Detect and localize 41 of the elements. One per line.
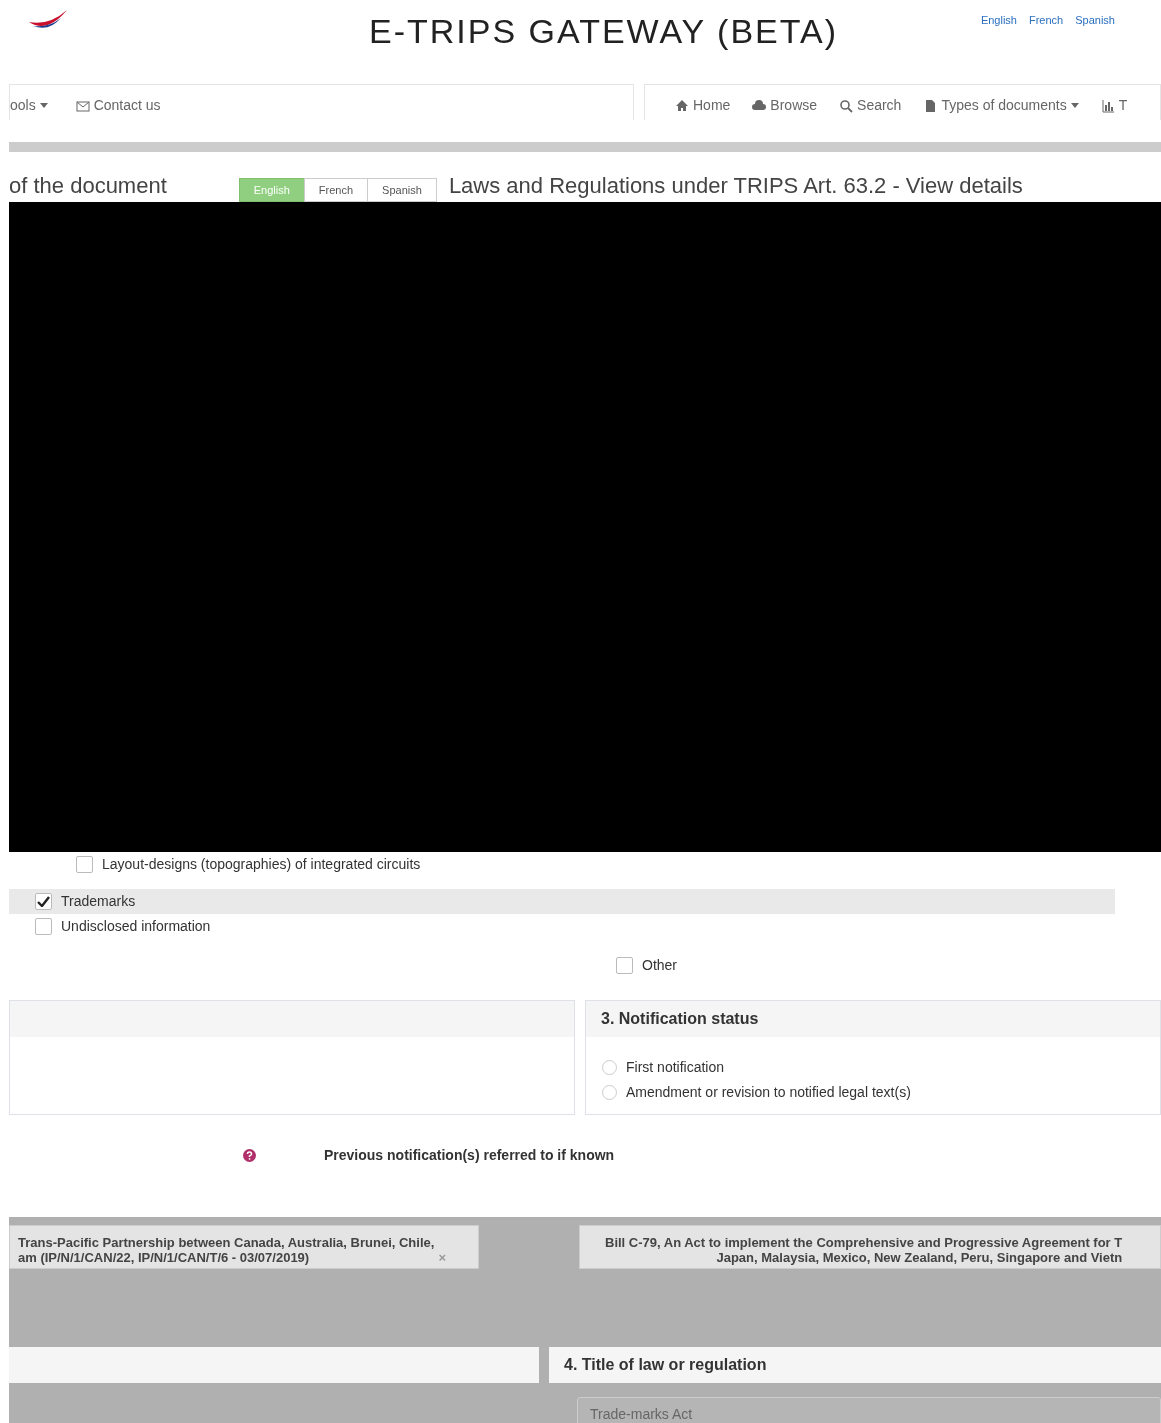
nav-link[interactable]: Browse bbox=[752, 95, 818, 116]
nav-link[interactable]: Types of documents bbox=[923, 95, 1079, 116]
caret-icon bbox=[1070, 103, 1079, 108]
nav-link[interactable]: Contact us bbox=[75, 95, 161, 116]
checkbox-label: Undisclosed information bbox=[61, 917, 211, 936]
field-label: Previous notification(s) referred to if known bbox=[324, 1145, 615, 1165]
nav-link[interactable]: ools bbox=[10, 95, 48, 116]
checkbox-label: Layout-designs (topographies) of integrated circuits bbox=[102, 855, 421, 874]
cloud-icon bbox=[752, 98, 767, 113]
envelope-icon bbox=[75, 98, 90, 113]
nav-link[interactable]: Search bbox=[839, 95, 902, 116]
home-icon bbox=[675, 98, 689, 113]
help-icon[interactable] bbox=[243, 1148, 256, 1162]
page-title: Laws and Regulations under TRIPS Art. 63.2 - View details bbox=[448, 172, 1023, 200]
nav-link[interactable]: Home bbox=[675, 95, 731, 116]
panel-heading: 4. Title of law or regulation bbox=[549, 1347, 1161, 1383]
language-tab[interactable]: French bbox=[303, 177, 369, 202]
checkbox[interactable] bbox=[35, 918, 52, 935]
checkbox-label: Other bbox=[642, 956, 677, 975]
checkbox[interactable] bbox=[76, 856, 93, 873]
section-label: of the document bbox=[9, 172, 167, 200]
checkbox[interactable] bbox=[35, 893, 52, 910]
checkbox[interactable] bbox=[616, 957, 633, 974]
language-link[interactable]: French bbox=[1029, 12, 1064, 29]
checkbox-label: Trademarks bbox=[61, 892, 136, 911]
tag-label: Bill C-79, An Act to implement the Comprehensive and Progressive Agreement for T Japan, Malaysia, Mexico, New Zealand, Peru, Singapore and Vietn bbox=[605, 1236, 1123, 1265]
language-link[interactable]: English bbox=[980, 12, 1017, 29]
language-tab[interactable]: Spanish bbox=[367, 177, 437, 202]
nav-link[interactable]: T bbox=[1100, 95, 1128, 116]
radio-label: Amendment or revision to notified legal text(s) bbox=[626, 1083, 911, 1102]
tag-label: Trans-Pacific Partnership between Canada, Australia, Brunei, Chile, am (IP/N/1/CAN/22, IP/N/1/CAN/T/6 - 03/07/2019) bbox=[18, 1236, 435, 1265]
radio-button[interactable] bbox=[602, 1060, 617, 1075]
caret-icon bbox=[39, 103, 48, 108]
panel-heading: 3. Notification status bbox=[586, 1001, 1160, 1037]
language-link[interactable]: Spanish bbox=[1075, 12, 1115, 29]
bar-chart-icon bbox=[1100, 98, 1115, 113]
document-icon bbox=[923, 98, 938, 113]
radio-button[interactable] bbox=[602, 1085, 617, 1100]
search-icon bbox=[839, 98, 854, 113]
radio-label: First notification bbox=[626, 1058, 725, 1077]
site-title: E-TRIPS GATEWAY (BETA) bbox=[369, 11, 839, 52]
